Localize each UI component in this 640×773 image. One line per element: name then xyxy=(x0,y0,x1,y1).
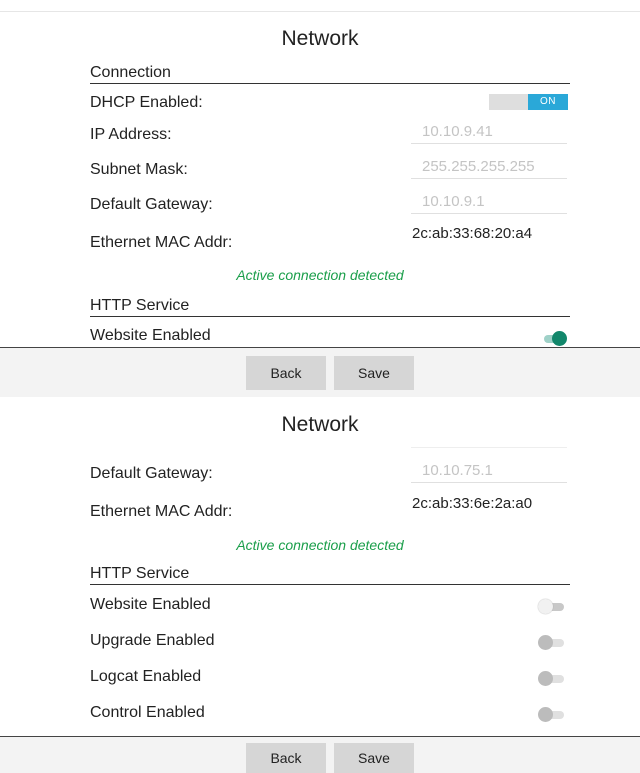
website-enabled-switch[interactable] xyxy=(538,599,570,615)
mac-label: Ethernet MAC Addr: xyxy=(90,234,233,251)
switch-thumb xyxy=(538,635,553,650)
save-button[interactable]: Save xyxy=(334,743,414,773)
subnet-mask-value: 255.255.255.255 xyxy=(422,158,535,175)
subnet-mask-label: Subnet Mask: xyxy=(90,161,188,178)
mac-value: 2c:ab:33:6e:2a:a0 xyxy=(412,495,533,512)
connection-divider xyxy=(90,83,570,84)
switch-thumb xyxy=(538,671,553,686)
connection-section-header: Connection xyxy=(90,64,171,81)
http-divider xyxy=(90,584,570,585)
hidden-field-above xyxy=(411,425,567,448)
gateway-value: 10.10.75.1 xyxy=(422,462,493,479)
mac-label: Ethernet MAC Addr: xyxy=(90,503,233,520)
switch-thumb xyxy=(552,331,567,346)
top-divider xyxy=(0,11,640,12)
dhcp-label: DHCP Enabled: xyxy=(90,94,203,111)
upgrade-enabled-switch[interactable] xyxy=(538,635,570,651)
mac-value: 2c:ab:33:68:20:a4 xyxy=(412,225,533,242)
website-enabled-label: Website Enabled xyxy=(90,327,211,344)
ip-address-label: IP Address: xyxy=(90,126,172,143)
back-button[interactable]: Back xyxy=(246,356,326,390)
website-enabled-switch[interactable] xyxy=(540,331,570,347)
gateway-field[interactable]: 10.10.75.1 xyxy=(411,460,567,483)
dhcp-toggle-on: ON xyxy=(528,94,568,110)
control-enabled-switch[interactable] xyxy=(538,707,570,723)
http-section-header: HTTP Service xyxy=(90,565,190,582)
http-section-header: HTTP Service xyxy=(90,297,190,314)
back-button[interactable]: Back xyxy=(246,743,326,773)
connection-status: Active connection detected xyxy=(236,267,404,283)
switch-thumb xyxy=(538,707,553,722)
page-title: Network xyxy=(281,27,359,50)
ip-address-field[interactable]: 10.10.9.41 xyxy=(411,121,567,144)
network-panel-top: Network Connection DHCP Enabled: ON IP A… xyxy=(0,0,640,397)
gateway-value: 10.10.9.1 xyxy=(422,193,485,210)
subnet-mask-field[interactable]: 255.255.255.255 xyxy=(411,156,567,179)
gateway-label: Default Gateway: xyxy=(90,196,213,213)
gateway-field[interactable]: 10.10.9.1 xyxy=(411,191,567,214)
connection-status: Active connection detected xyxy=(236,537,404,553)
logcat-enabled-switch[interactable] xyxy=(538,671,570,687)
upgrade-enabled-label: Upgrade Enabled xyxy=(90,632,215,649)
gateway-label: Default Gateway: xyxy=(90,465,213,482)
http-divider xyxy=(90,316,570,317)
dhcp-toggle[interactable]: ON xyxy=(489,94,568,110)
control-enabled-label: Control Enabled xyxy=(90,704,205,721)
website-enabled-label: Website Enabled xyxy=(90,596,211,613)
ip-address-value: 10.10.9.41 xyxy=(422,123,493,140)
save-button[interactable]: Save xyxy=(334,356,414,390)
switch-thumb xyxy=(538,599,553,614)
logcat-enabled-label: Logcat Enabled xyxy=(90,668,202,685)
network-panel-bottom: Network Default Gateway: 10.10.75.1 Ethe… xyxy=(0,397,640,773)
